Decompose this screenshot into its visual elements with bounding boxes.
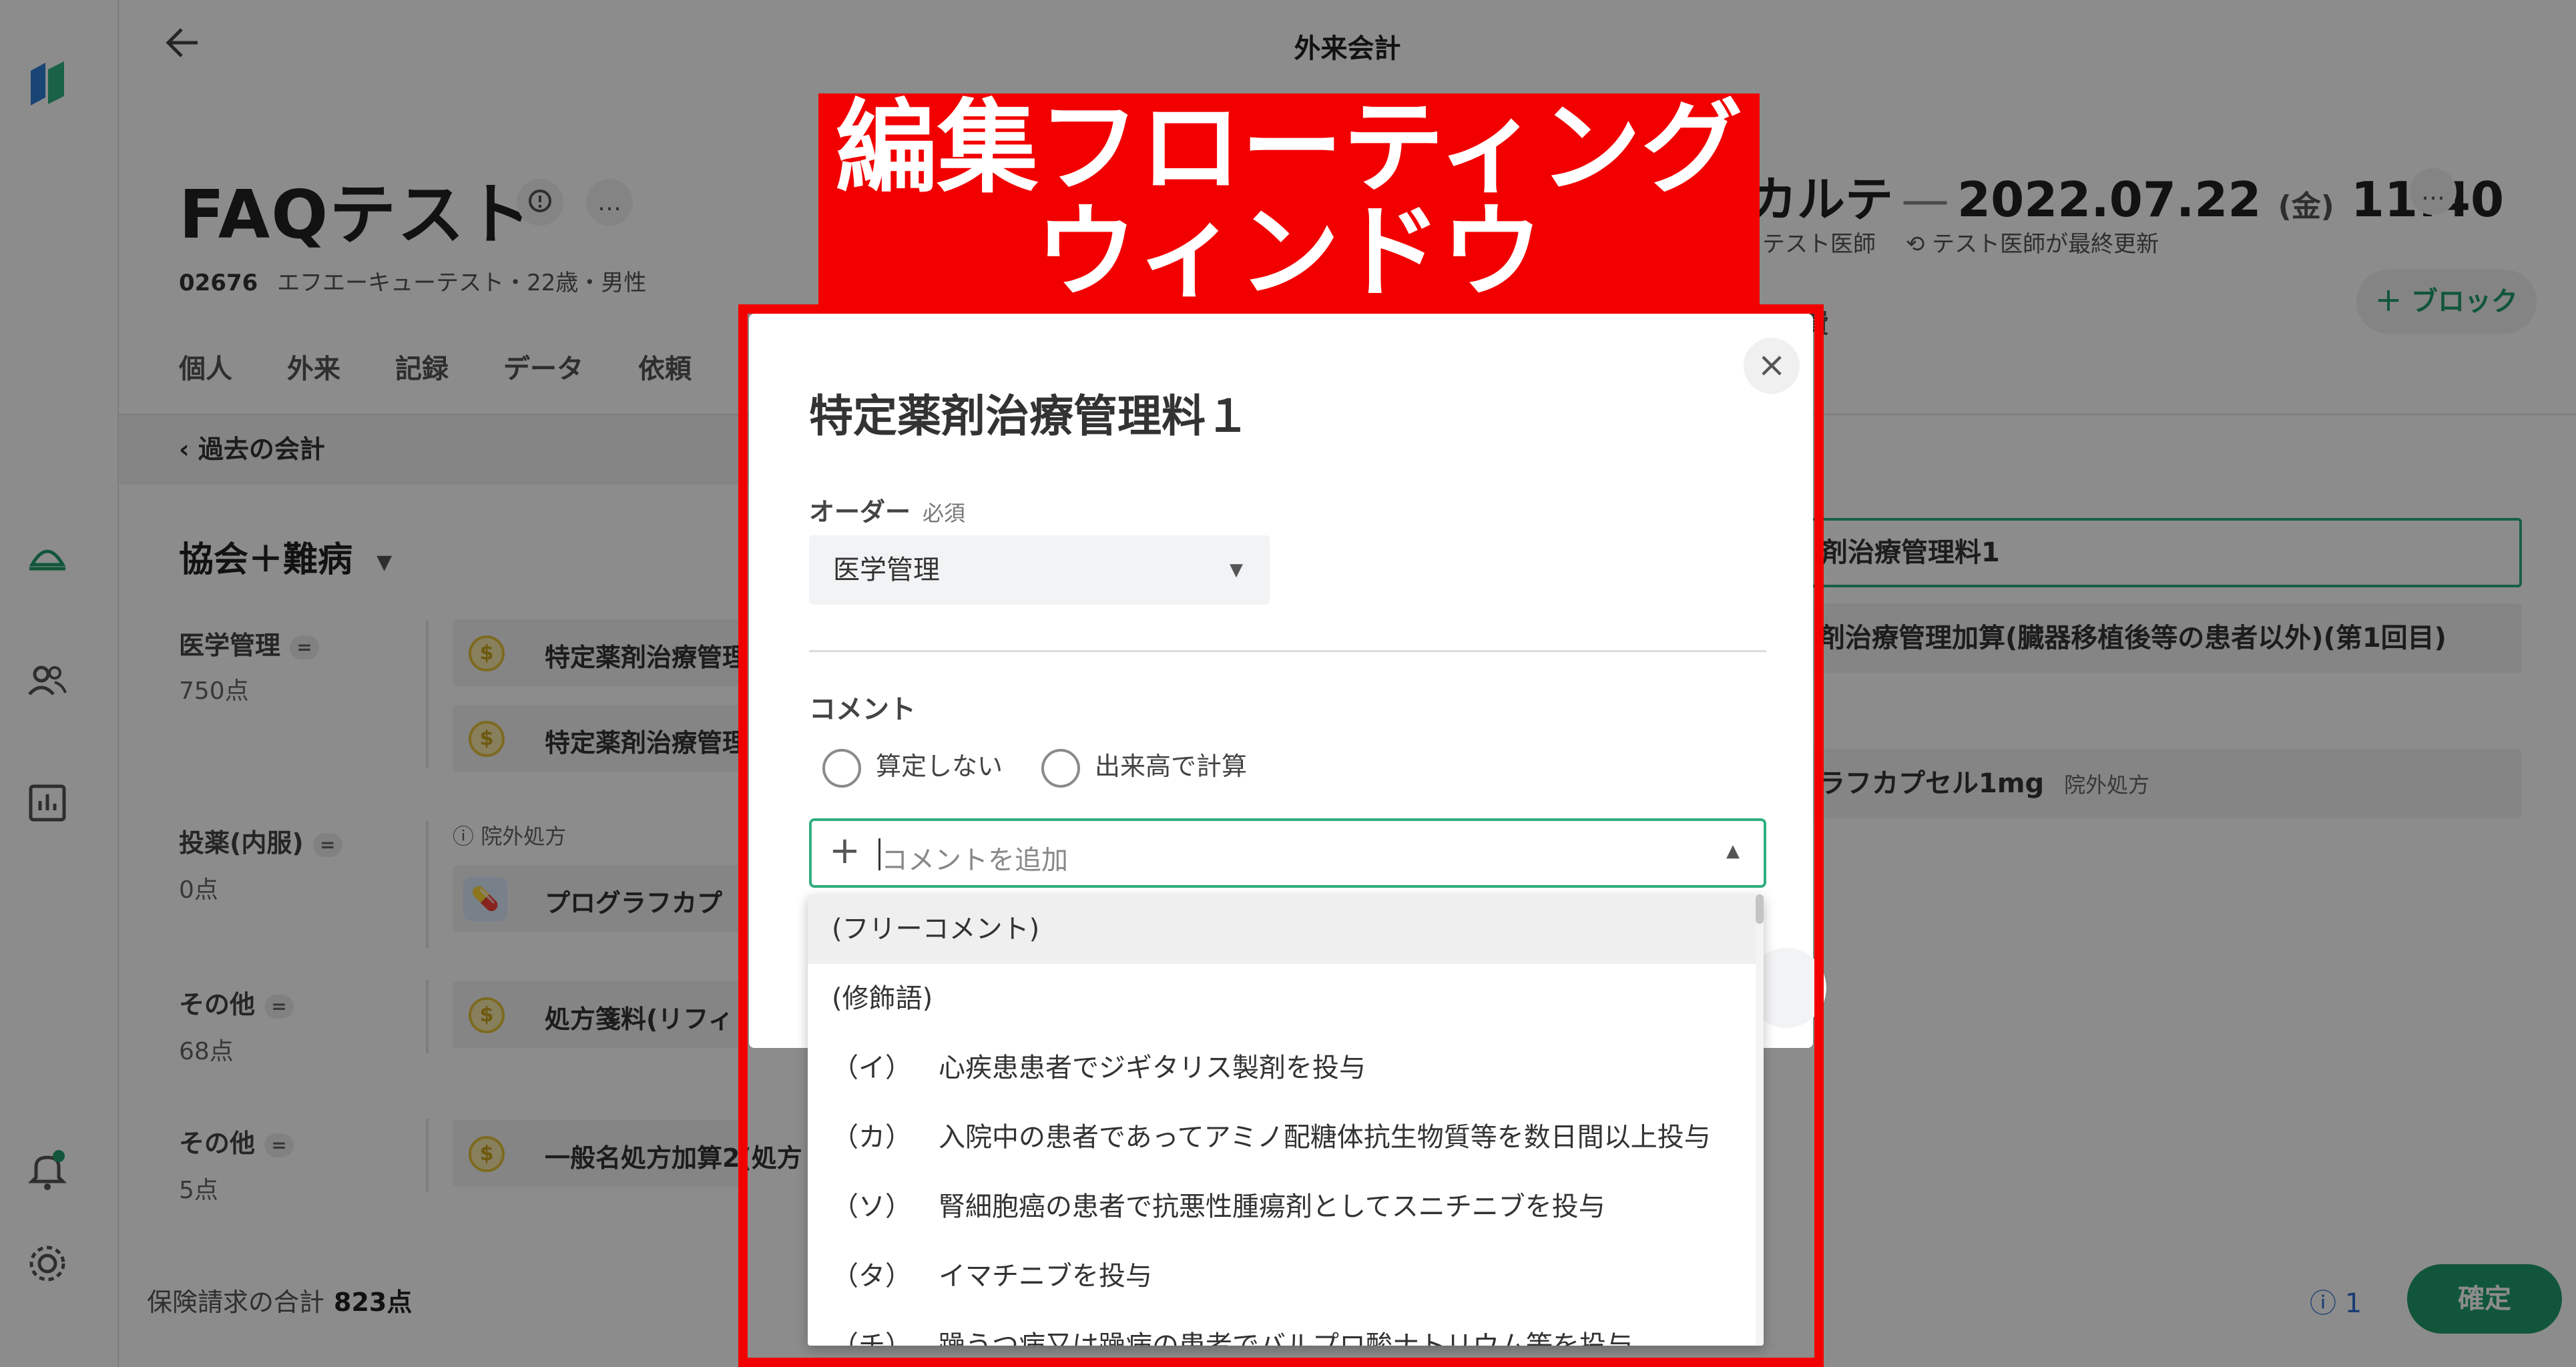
annotation-frame	[738, 304, 1824, 1367]
annotation-callout: 編集フローティング ウィンドウ	[818, 93, 1760, 307]
callout-line-1: 編集フローティング	[835, 89, 1743, 207]
callout-line-2: ウィンドウ	[1035, 193, 1543, 311]
